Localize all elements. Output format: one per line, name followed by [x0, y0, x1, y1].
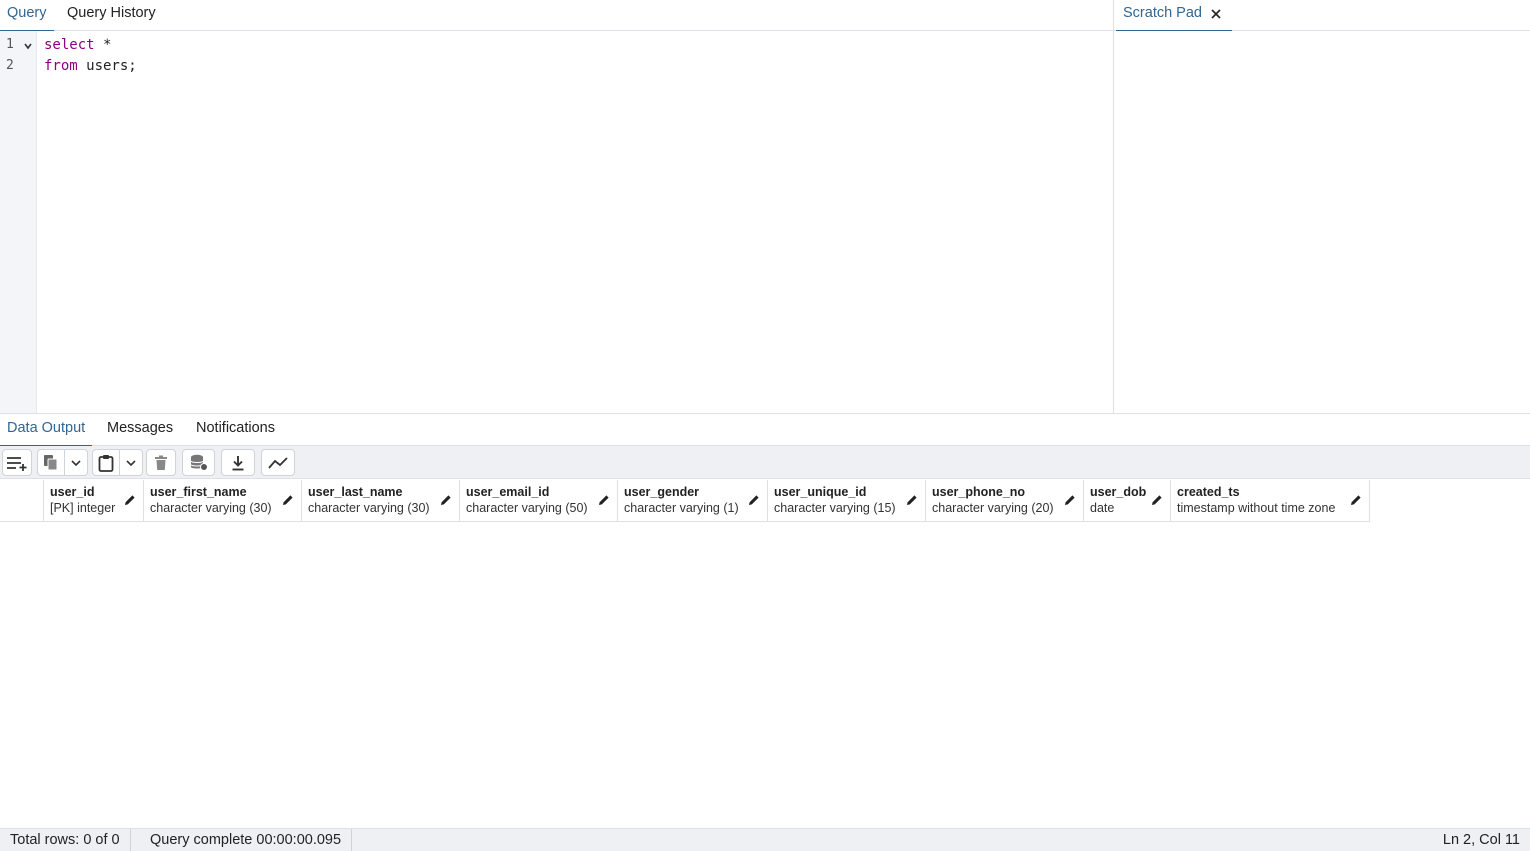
tab-scratch-pad[interactable]: Scratch Pad [1116, 0, 1232, 32]
pencil-icon[interactable] [124, 494, 136, 506]
tab-query-history[interactable]: Query History [60, 0, 163, 31]
column-type: character varying (50) [466, 501, 588, 515]
close-icon[interactable] [1210, 8, 1222, 20]
tab-query-history-label: Query History [67, 5, 156, 21]
copy-button[interactable] [37, 449, 65, 476]
column-header-created-ts[interactable]: created_ts timestamp without time zone [1171, 480, 1370, 522]
column-type: character varying (20) [932, 501, 1054, 515]
sql-text: * [94, 37, 112, 53]
paste-icon [98, 454, 114, 472]
download-icon [232, 455, 244, 470]
sql-editor[interactable]: 1 2 select * from users; [0, 31, 1113, 413]
column-header-user-last-name[interactable]: user_last_name character varying (30) [302, 480, 460, 522]
column-type: timestamp without time zone [1177, 501, 1336, 515]
column-header-user-first-name[interactable]: user_first_name character varying (30) [144, 480, 302, 522]
query-complete-status: Query complete 00:00:00.095 [140, 829, 353, 851]
scratch-pad-textarea[interactable] [1114, 31, 1530, 413]
data-output-grid: user_id [PK] integer user_first_name cha… [0, 479, 1530, 828]
paste-options-dropdown[interactable] [120, 449, 143, 476]
column-name: user_phone_no [932, 485, 1026, 499]
pencil-icon[interactable] [1350, 494, 1362, 506]
column-header-user-gender[interactable]: user_gender character varying (1) [618, 480, 768, 522]
column-type: character varying (30) [150, 501, 272, 515]
column-header-user-email-id[interactable]: user_email_id character varying (50) [460, 480, 618, 522]
tab-notifications[interactable]: Notifications [189, 414, 282, 446]
tab-query-label: Query [7, 5, 47, 21]
pencil-icon[interactable] [440, 494, 452, 506]
code-line[interactable]: from users; [44, 58, 137, 74]
code-line[interactable]: select * [44, 37, 111, 53]
column-name: user_unique_id [774, 485, 867, 499]
column-type: character varying (30) [308, 501, 430, 515]
pencil-icon[interactable] [1064, 494, 1076, 506]
column-type: character varying (1) [624, 501, 739, 515]
column-name: user_last_name [308, 485, 403, 499]
column-name: user_email_id [466, 485, 550, 499]
fold-chevron-down-icon[interactable] [23, 41, 33, 51]
save-data-button[interactable] [182, 449, 215, 476]
tab-data-output-label: Data Output [7, 420, 86, 436]
tab-scratch-pad-label: Scratch Pad [1123, 5, 1202, 21]
cursor-position-status: Ln 2, Col 11 [1442, 832, 1520, 848]
column-type: character varying (15) [774, 501, 896, 515]
sql-keyword: select [44, 37, 95, 53]
save-data-icon [190, 454, 208, 471]
copy-options-dropdown[interactable] [65, 449, 88, 476]
chevron-down-icon [126, 459, 136, 466]
line-number: 2 [6, 58, 14, 73]
results-tab-bar: Data Output Messages Notifications [0, 413, 1530, 447]
row-number-header[interactable] [0, 480, 44, 522]
column-header-user-id[interactable]: user_id [PK] integer [44, 480, 144, 522]
pencil-icon[interactable] [748, 494, 760, 506]
status-bar: Total rows: 0 of 0 Query complete 00:00:… [0, 828, 1530, 851]
tab-messages-label: Messages [107, 420, 174, 436]
column-header-user-phone-no[interactable]: user_phone_no character varying (20) [926, 480, 1084, 522]
copy-icon [44, 455, 58, 471]
tab-data-output[interactable]: Data Output [0, 414, 93, 447]
add-row-icon [7, 456, 27, 471]
pencil-icon[interactable] [906, 494, 918, 506]
graph-icon [268, 456, 288, 469]
add-row-button[interactable] [2, 449, 32, 476]
pencil-icon[interactable] [1151, 494, 1163, 506]
total-rows-status: Total rows: 0 of 0 [0, 829, 131, 851]
paste-button[interactable] [92, 449, 120, 476]
tab-query[interactable]: Query [0, 0, 54, 32]
tab-messages[interactable]: Messages [100, 414, 180, 446]
chevron-down-icon [71, 459, 81, 466]
sql-keyword: from [44, 58, 78, 74]
download-button[interactable] [221, 449, 255, 476]
pencil-icon[interactable] [282, 494, 294, 506]
sql-text: users; [77, 58, 137, 74]
graph-visualiser-button[interactable] [261, 449, 295, 476]
results-toolbar [0, 446, 1530, 479]
column-header-user-unique-id[interactable]: user_unique_id character varying (15) [768, 480, 926, 522]
column-header-user-dob[interactable]: user_dob date [1084, 480, 1171, 522]
delete-row-button[interactable] [146, 449, 176, 476]
column-name: user_gender [624, 485, 700, 499]
column-name: user_first_name [150, 485, 247, 499]
tab-notifications-label: Notifications [196, 420, 275, 436]
editor-tab-bar: Query Query History Scratch Pad [0, 0, 1530, 32]
line-number: 1 [6, 37, 14, 52]
column-name: created_ts [1177, 485, 1240, 499]
delete-icon [155, 455, 167, 470]
line-number-gutter: 1 2 [0, 31, 37, 413]
grid-header-row: user_id [PK] integer user_first_name cha… [0, 480, 1370, 522]
pencil-icon[interactable] [598, 494, 610, 506]
